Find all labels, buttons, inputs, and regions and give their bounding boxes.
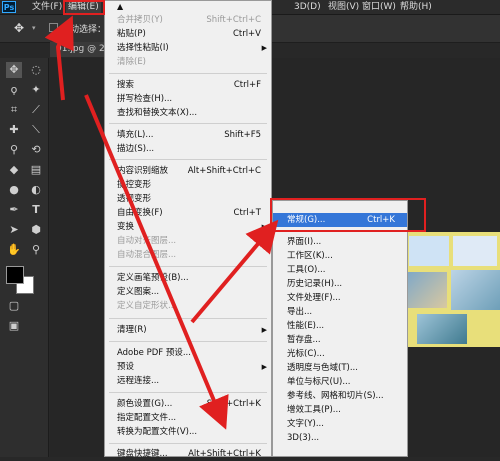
annotation-arrow — [84, 94, 229, 430]
annotation-arrows — [44, 15, 279, 430]
annotation-arrow — [190, 219, 279, 324]
annotation-arrow — [44, 15, 74, 101]
